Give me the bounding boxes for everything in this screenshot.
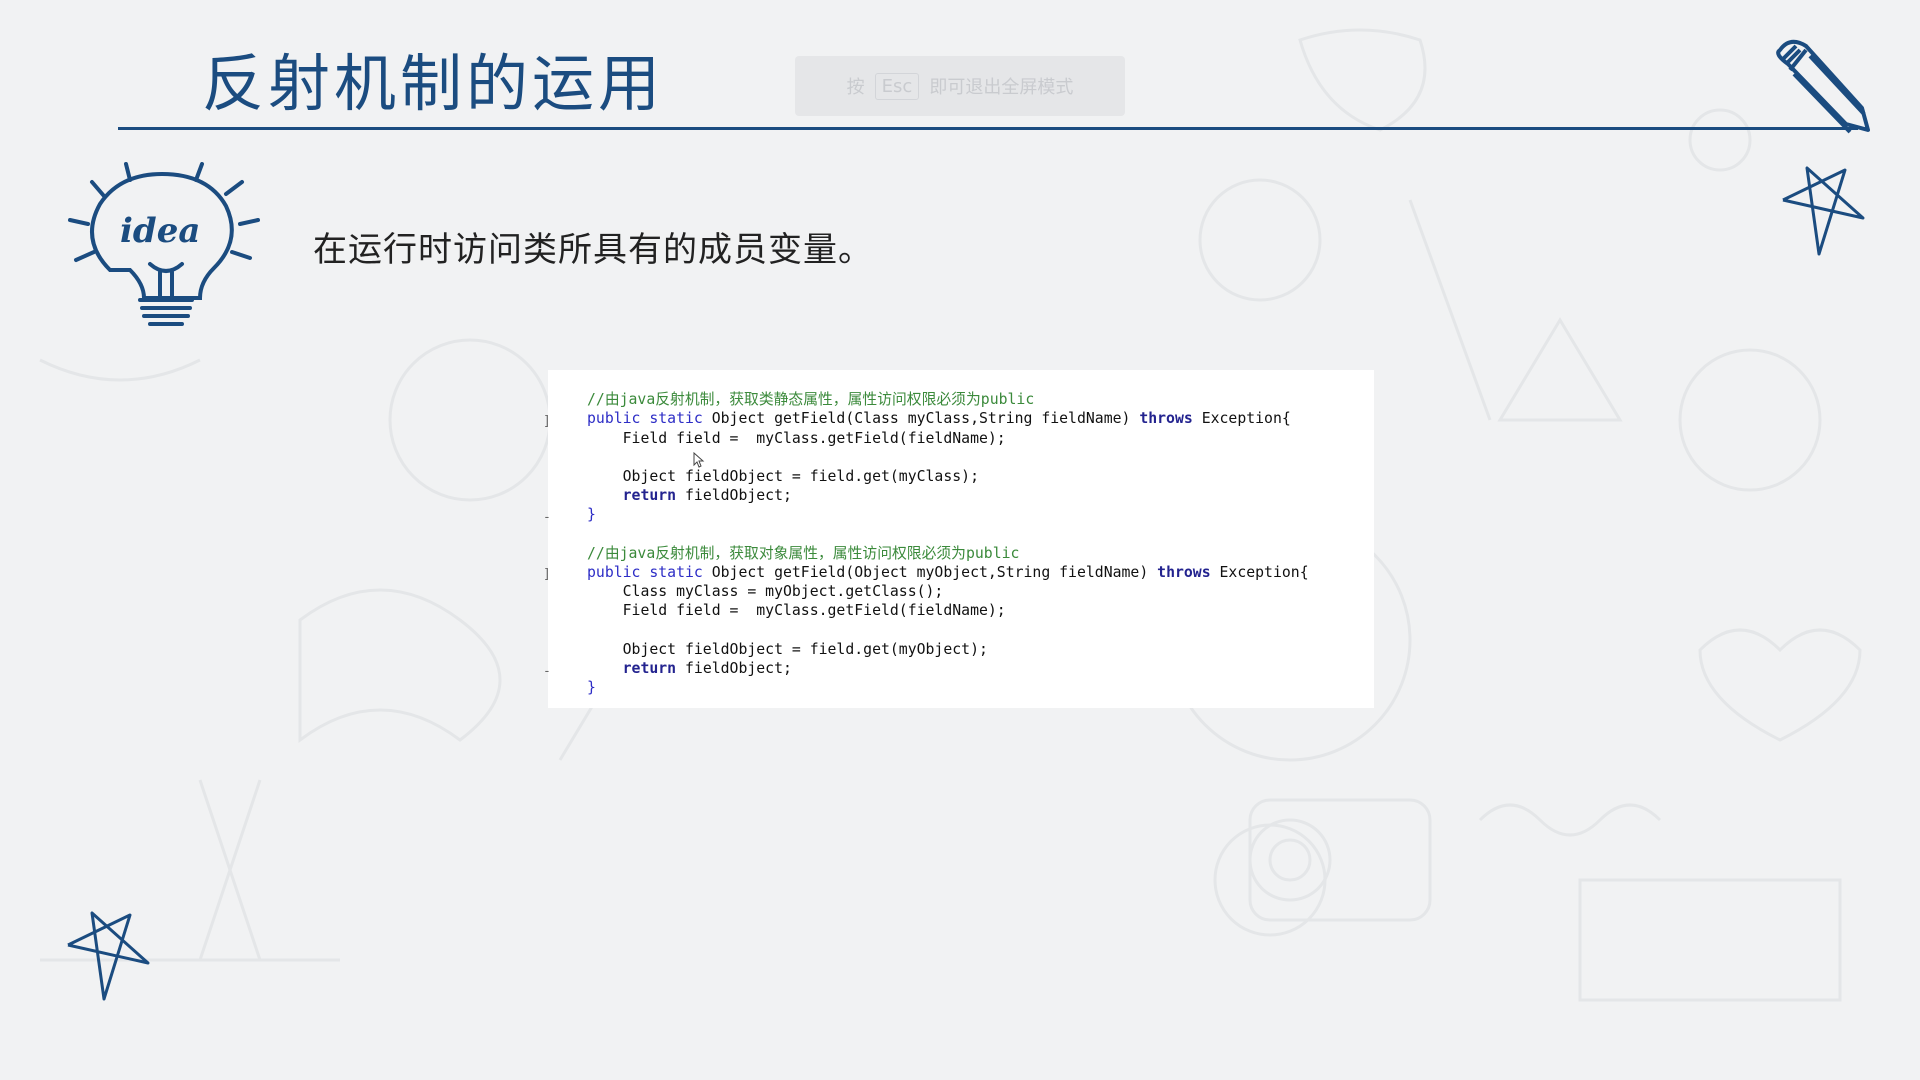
code-keyword: throws xyxy=(1139,410,1193,428)
code-text: fieldObject; xyxy=(676,660,792,677)
code-screenshot: ] - ] - //由java反射机制，获取类静态属性，属性访问权限必须为pub… xyxy=(543,370,1374,708)
gutter-mark: - xyxy=(543,664,551,679)
code-line: Object fieldObject = field.get(myClass); xyxy=(587,467,979,486)
code-text: Object fieldObject = field.get(myObject)… xyxy=(587,640,988,658)
code-keyword: return xyxy=(587,487,677,505)
pencil-icon xyxy=(1776,39,1870,134)
hint-key: Esc xyxy=(874,72,920,100)
code-line: public static Object getField(Object myO… xyxy=(587,563,1309,582)
code-line: Field field = myClass.getField(fieldName… xyxy=(587,429,1006,448)
code-keyword: public static xyxy=(587,564,712,581)
fullscreen-exit-hint: 按 Esc 即可退出全屏模式 xyxy=(795,56,1125,116)
code-text: Field field = myClass.getField(fieldName… xyxy=(587,429,1006,447)
code-line: } xyxy=(587,678,596,697)
code-text: Class myClass = myObject.getClass(); xyxy=(587,583,944,601)
star-icon xyxy=(67,911,150,1001)
code-comment-line: //由java反射机制，获取类静态属性，属性访问权限必须为public xyxy=(587,390,1034,409)
svg-text:idea: idea xyxy=(120,211,200,251)
code-text: fieldObject; xyxy=(676,487,792,505)
code-gutter: ] - ] - xyxy=(543,370,588,708)
code-keyword: public static xyxy=(587,410,712,428)
code-text: Field field = myClass.getField(fieldName… xyxy=(587,602,1006,620)
code-keyword: } xyxy=(587,679,596,697)
code-line: Class myClass = myObject.getClass(); xyxy=(587,582,944,601)
code-keyword: } xyxy=(587,506,596,524)
gutter-mark: ] xyxy=(543,567,551,582)
code-text: Object getField(Class myClass,String fie… xyxy=(711,410,1140,428)
slide-title: 反射机制的运用 xyxy=(202,47,665,120)
code-line: Object fieldObject = field.get(myObject)… xyxy=(587,640,988,659)
hint-prefix: 按 xyxy=(846,77,865,98)
code-comment: //由java反射机制，获取类静态属性，属性访问权限必须为public xyxy=(587,391,1035,409)
code-text: Object getField(Object myObject,String f… xyxy=(711,564,1158,581)
code-line: return fieldObject; xyxy=(587,486,792,505)
code-text: Object fieldObject = field.get(myClass); xyxy=(587,468,979,485)
bullet-text: 在运行时访问类所具有的成员变量。 xyxy=(313,230,873,270)
idea-bulb-icon: idea xyxy=(68,162,260,326)
code-line: return fieldObject; xyxy=(587,659,792,678)
code-keyword: return xyxy=(587,660,677,677)
title-underline xyxy=(118,127,1858,130)
code-text: Exception{ xyxy=(1210,564,1309,581)
code-text: Exception{ xyxy=(1192,410,1291,428)
hint-suffix: 即可退出全屏模式 xyxy=(929,77,1074,98)
code-line: } xyxy=(587,505,596,524)
gutter-mark: ] xyxy=(543,414,551,429)
code-keyword: throws xyxy=(1157,564,1211,581)
code-line: public static Object getField(Class myCl… xyxy=(587,409,1291,428)
code-line: Field field = myClass.getField(fieldName… xyxy=(587,601,1006,620)
code-comment: //由java反射机制，获取对象属性，属性访问权限必须为public xyxy=(587,544,1020,562)
star-icon xyxy=(1782,166,1865,256)
code-comment-line: //由java反射机制，获取对象属性，属性访问权限必须为public xyxy=(587,544,1019,563)
gutter-mark: - xyxy=(543,510,551,525)
mouse-cursor-icon xyxy=(693,452,705,468)
